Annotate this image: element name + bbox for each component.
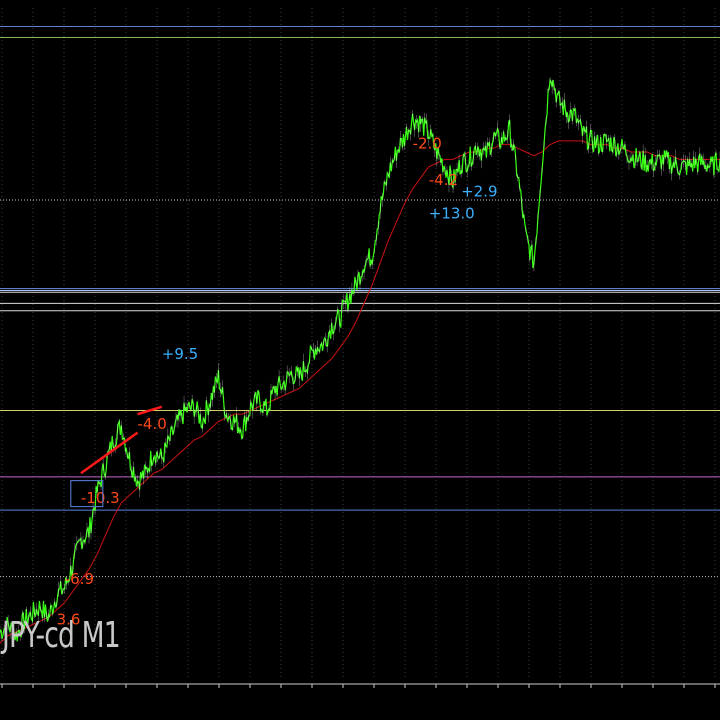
trade-result-label: -4.2 <box>429 171 458 189</box>
time-axis <box>0 683 720 720</box>
price-chart: 3.6-6.9-10.3-4.0+9.5-2.0-4.2+13.0+2.9 <box>0 8 720 720</box>
trade-result-label: +13.0 <box>429 204 475 222</box>
trade-result-label: -6.9 <box>65 570 94 588</box>
trade-result-label: +9.5 <box>162 345 198 363</box>
price-series <box>0 77 720 642</box>
price-line <box>0 78 720 642</box>
trade-result-label: -4.0 <box>138 415 167 433</box>
moving-average-line <box>0 140 720 644</box>
trade-annotations: 3.6-6.9-10.3-4.0+9.5-2.0-4.2+13.0+2.9 <box>57 134 498 628</box>
symbol-label: JPY-cd M1 <box>2 615 121 656</box>
trade-result-label: -10.3 <box>81 489 120 507</box>
vertical-grid <box>1 8 716 680</box>
trade-result-label: -2.0 <box>413 134 442 152</box>
trade-result-label: +2.9 <box>461 182 497 200</box>
axis-background <box>0 684 720 720</box>
moving-average-series <box>0 140 720 644</box>
